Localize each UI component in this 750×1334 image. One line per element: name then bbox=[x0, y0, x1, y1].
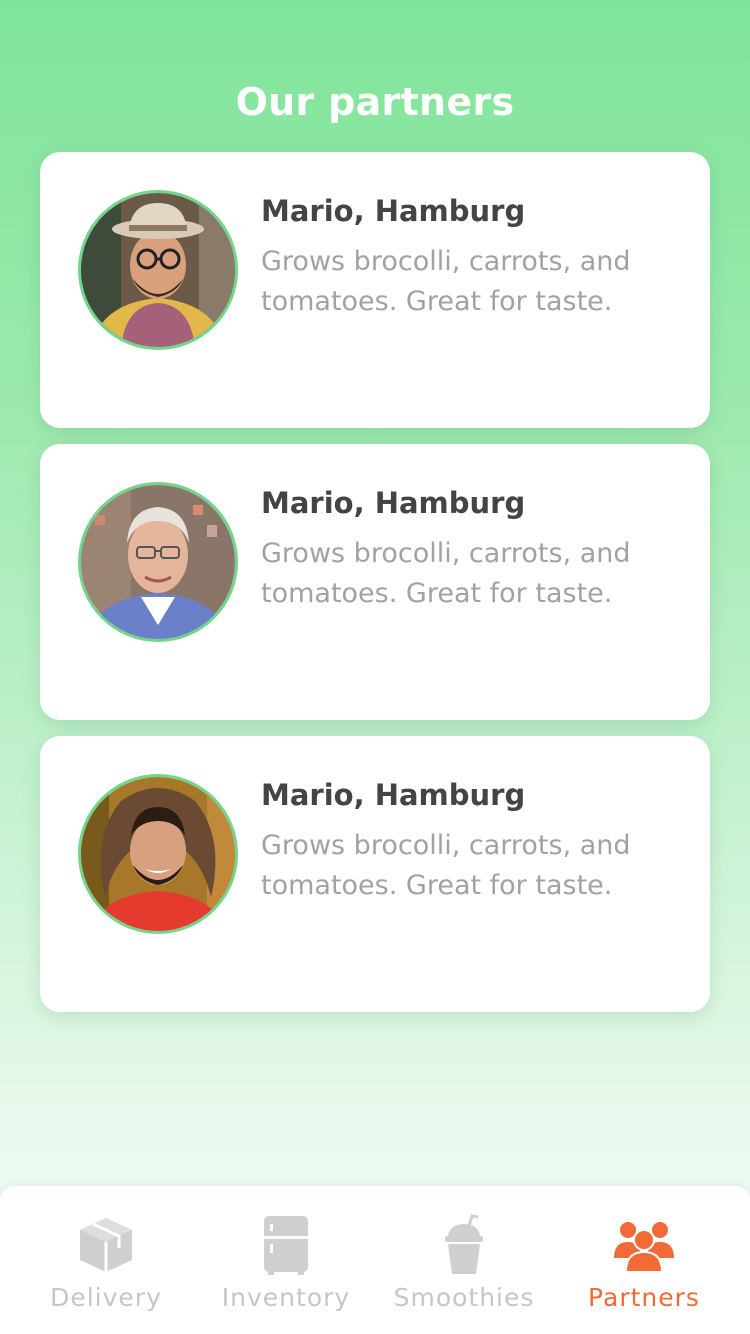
smoothie-cup-icon bbox=[445, 1214, 483, 1274]
box-icon bbox=[80, 1218, 132, 1272]
tab-label: Smoothies bbox=[393, 1283, 535, 1312]
partner-description: Grows brocolli, carrots, and tomatoes. G… bbox=[261, 830, 631, 901]
people-icon bbox=[614, 1222, 674, 1273]
partner-avatar bbox=[78, 482, 238, 642]
fridge-icon bbox=[264, 1216, 308, 1275]
partner-name: Mario, Hamburg bbox=[261, 778, 526, 812]
tab-inventory[interactable]: Inventory bbox=[196, 1186, 376, 1334]
tab-delivery[interactable]: Delivery bbox=[16, 1186, 196, 1334]
tab-label: Delivery bbox=[50, 1283, 162, 1312]
partner-card[interactable]: Mario, Hamburg Grows brocolli, carrots, … bbox=[40, 152, 710, 428]
partner-avatar bbox=[78, 190, 238, 350]
tab-label: Inventory bbox=[221, 1283, 351, 1312]
tab-bar: Delivery Inventory Smoothies Partners bbox=[0, 1186, 750, 1334]
tab-smoothies[interactable]: Smoothies bbox=[374, 1186, 554, 1334]
partner-name: Mario, Hamburg bbox=[261, 486, 526, 520]
partner-card[interactable]: Mario, Hamburg Grows brocolli, carrots, … bbox=[40, 444, 710, 720]
partner-name: Mario, Hamburg bbox=[261, 194, 526, 228]
partner-card[interactable]: Mario, Hamburg Grows brocolli, carrots, … bbox=[40, 736, 710, 1012]
partner-description: Grows brocolli, carrots, and tomatoes. G… bbox=[261, 538, 631, 609]
tab-partners[interactable]: Partners bbox=[554, 1186, 734, 1334]
partner-list: Mario, Hamburg Grows brocolli, carrots, … bbox=[40, 152, 710, 1028]
page-title: Our partners bbox=[235, 80, 515, 124]
partner-description: Grows brocolli, carrots, and tomatoes. G… bbox=[261, 246, 631, 317]
tab-label: Partners bbox=[588, 1283, 700, 1312]
partner-avatar bbox=[78, 774, 238, 934]
